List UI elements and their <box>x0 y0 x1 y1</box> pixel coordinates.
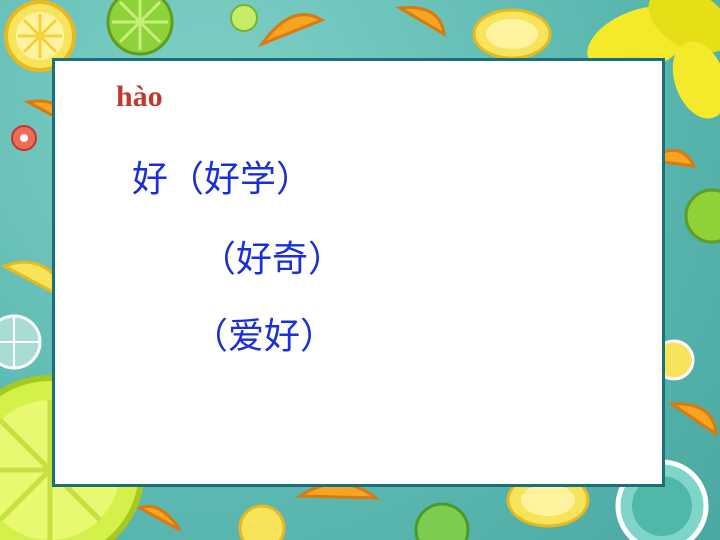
word-line-3: （爱好） <box>192 316 337 357</box>
pinyin-label: hào <box>116 80 163 113</box>
slide: hào 好（好学） （好奇） （爱好） <box>0 0 720 540</box>
word-line-1: 好（好学） <box>132 159 313 200</box>
content-area <box>52 58 665 487</box>
word-line-2: （好奇） <box>200 239 345 280</box>
